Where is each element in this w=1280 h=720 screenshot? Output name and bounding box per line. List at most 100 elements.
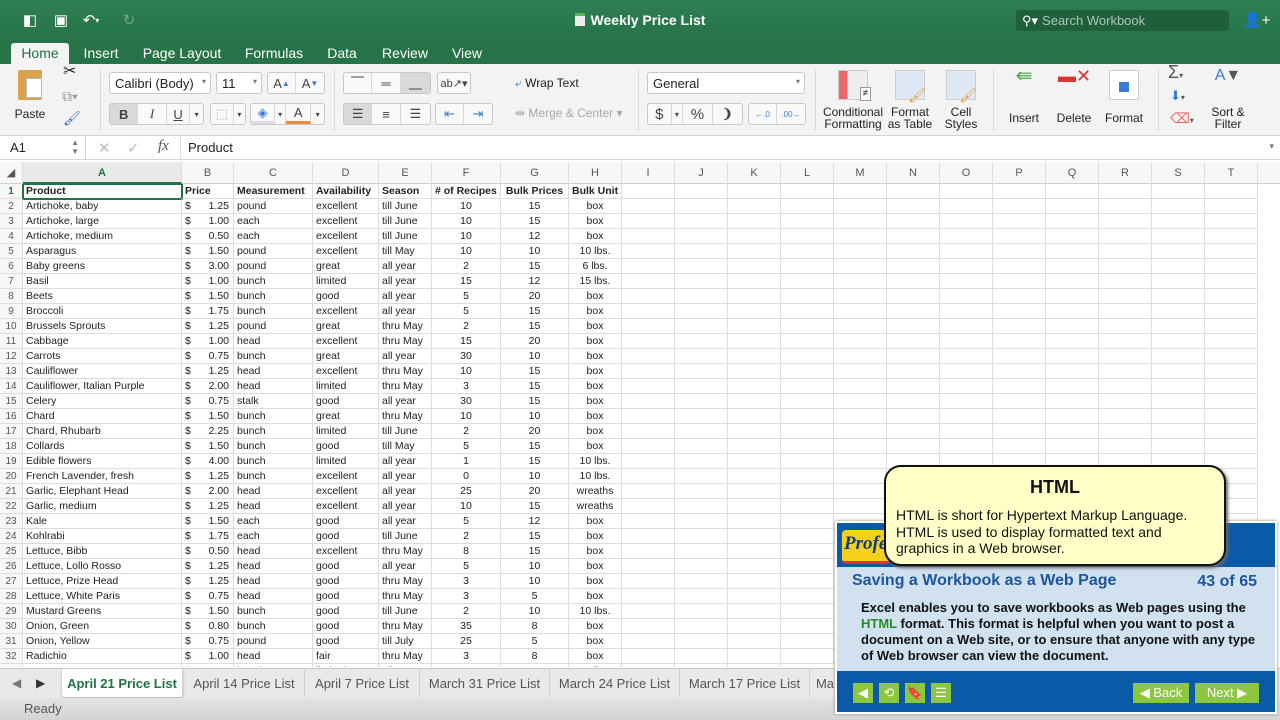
scroll-tabs-left-icon[interactable]: ◀ (12, 676, 21, 690)
cell-season[interactable]: all year (379, 349, 432, 364)
empty-cell[interactable] (728, 664, 781, 667)
cell-bulk-unit[interactable]: 10 lbs. (569, 664, 622, 667)
cell-bulk-unit[interactable]: box (569, 364, 622, 379)
orientation-button[interactable]: ab↗▾ (437, 72, 471, 94)
cell-season[interactable]: all year (379, 664, 432, 667)
cell-availability[interactable]: good (313, 574, 379, 589)
column-header-m[interactable]: M (834, 162, 887, 184)
cell-measurement[interactable]: pound (234, 259, 313, 274)
column-header-e[interactable]: E (379, 162, 432, 184)
empty-cell[interactable] (1046, 304, 1099, 319)
empty-cell[interactable] (834, 274, 887, 289)
cell-product[interactable]: Mustard Greens (23, 604, 182, 619)
empty-cell[interactable] (781, 199, 834, 214)
cell-season[interactable]: thru May (379, 589, 432, 604)
empty-cell[interactable] (622, 499, 675, 514)
row-number[interactable]: 32 (0, 649, 23, 664)
empty-cell[interactable] (781, 334, 834, 349)
empty-cell[interactable] (1152, 289, 1205, 304)
empty-cell[interactable] (622, 184, 675, 199)
select-all-corner[interactable]: ◢ (0, 162, 23, 184)
row-number[interactable]: 3 (0, 214, 23, 229)
cell-price[interactable]: $1.00 (182, 649, 234, 664)
empty-cell[interactable] (675, 574, 728, 589)
empty-cell[interactable] (940, 304, 993, 319)
cell-measurement[interactable]: bunch (234, 454, 313, 469)
empty-cell[interactable] (1099, 364, 1152, 379)
empty-cell[interactable] (728, 499, 781, 514)
empty-cell[interactable] (1046, 409, 1099, 424)
cell-product[interactable]: Carrots (23, 349, 182, 364)
percent-button[interactable]: % (683, 104, 713, 124)
menu-list-icon[interactable]: ☰ (931, 683, 951, 703)
cell-bulk-unit[interactable]: box (569, 514, 622, 529)
insert-cells-button[interactable]: ⇚ Insert (1002, 66, 1046, 124)
empty-cell[interactable] (728, 469, 781, 484)
align-right-button[interactable]: ☰ (401, 104, 430, 124)
empty-cell[interactable] (1099, 274, 1152, 289)
cell-measurement[interactable]: head (234, 649, 313, 664)
empty-cell[interactable] (781, 304, 834, 319)
empty-cell[interactable] (675, 589, 728, 604)
row-number[interactable]: 8 (0, 289, 23, 304)
empty-cell[interactable] (728, 229, 781, 244)
cell-availability[interactable]: good (313, 604, 379, 619)
cell-recipes[interactable]: 5 (432, 559, 501, 574)
row-number[interactable]: 15 (0, 394, 23, 409)
empty-cell[interactable] (781, 544, 834, 559)
cell-season[interactable]: till June (379, 424, 432, 439)
cell-price[interactable]: $1.75 (182, 529, 234, 544)
cell-price[interactable]: $1.50 (182, 244, 234, 259)
empty-cell[interactable] (675, 484, 728, 499)
cell-measurement[interactable]: bunch (234, 439, 313, 454)
empty-cell[interactable] (728, 409, 781, 424)
empty-cell[interactable] (1205, 424, 1258, 439)
empty-cell[interactable] (728, 634, 781, 649)
cell-availability[interactable]: excellent (313, 244, 379, 259)
paste-button[interactable]: Paste (10, 70, 50, 124)
empty-cell[interactable] (834, 364, 887, 379)
empty-cell[interactable] (781, 379, 834, 394)
empty-cell[interactable] (1046, 379, 1099, 394)
cell-bulk-unit[interactable]: box (569, 349, 622, 364)
cell-bulk-prices[interactable]: 12 (501, 229, 569, 244)
cell-measurement[interactable]: head (234, 544, 313, 559)
cell-measurement[interactable]: bunch (234, 424, 313, 439)
cell-product[interactable]: Radichio (23, 649, 182, 664)
empty-cell[interactable] (675, 244, 728, 259)
cell-bulk-prices[interactable]: 15 (501, 454, 569, 469)
empty-cell[interactable] (781, 559, 834, 574)
cell-recipes[interactable]: 15 (432, 334, 501, 349)
cell-season[interactable]: thru May (379, 334, 432, 349)
cell-product[interactable]: Collards (23, 439, 182, 454)
cell-season[interactable]: thru May (379, 379, 432, 394)
cell-season[interactable]: thru May (379, 364, 432, 379)
empty-cell[interactable] (622, 454, 675, 469)
empty-cell[interactable] (1046, 394, 1099, 409)
cell-product[interactable]: Artichoke, large (23, 214, 182, 229)
column-header-r[interactable]: R (1099, 162, 1152, 184)
cell-availability[interactable]: limited (313, 424, 379, 439)
cell-measurement[interactable]: bunch (234, 274, 313, 289)
currency-button[interactable]: $ (648, 104, 672, 124)
cell-product[interactable]: Garlic, Elephant Head (23, 484, 182, 499)
empty-cell[interactable] (1099, 439, 1152, 454)
empty-cell[interactable] (1099, 394, 1152, 409)
empty-cell[interactable] (834, 439, 887, 454)
cell-availability[interactable]: limited (313, 454, 379, 469)
cell-bulk-prices[interactable]: 20 (501, 334, 569, 349)
empty-cell[interactable] (1099, 199, 1152, 214)
empty-cell[interactable] (781, 439, 834, 454)
empty-cell[interactable] (940, 409, 993, 424)
cell-bulk-prices[interactable]: 15 (501, 364, 569, 379)
empty-cell[interactable] (728, 574, 781, 589)
cell-season[interactable]: thru May (379, 619, 432, 634)
row-number[interactable]: 13 (0, 364, 23, 379)
cell-bulk-prices[interactable]: 10 (501, 574, 569, 589)
align-top-button[interactable]: ⎺ (344, 73, 373, 93)
cell-availability[interactable]: excellent (313, 229, 379, 244)
empty-cell[interactable] (1099, 349, 1152, 364)
row-number[interactable]: 23 (0, 514, 23, 529)
format-painter-icon[interactable]: 🖌 (63, 111, 81, 125)
empty-cell[interactable] (887, 304, 940, 319)
